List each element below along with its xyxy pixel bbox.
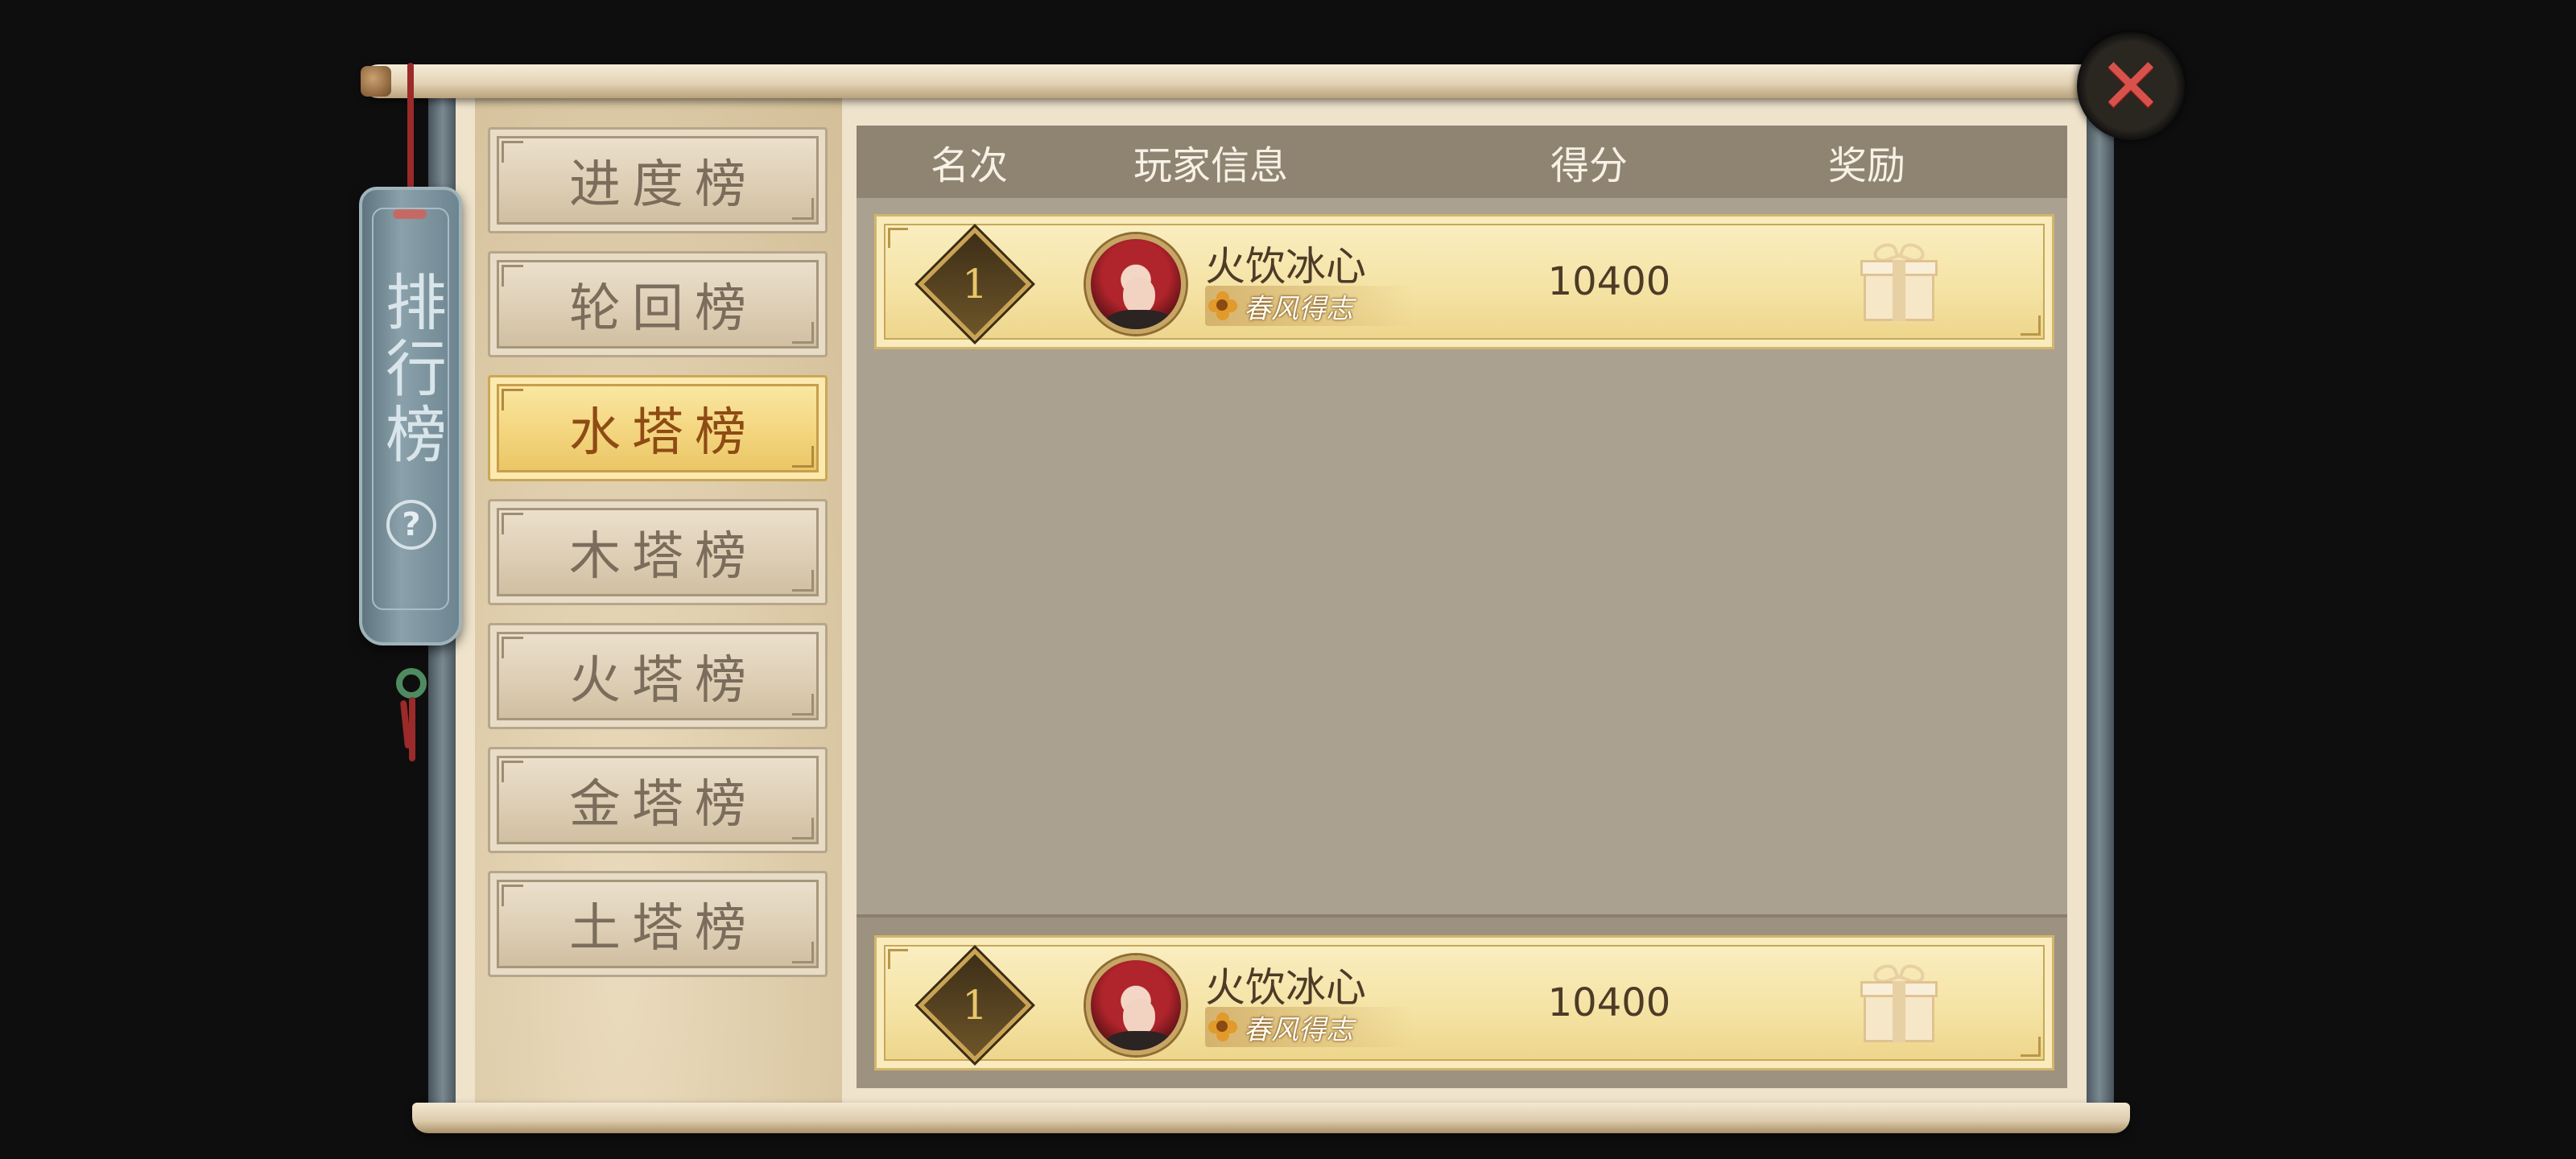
- column-header-reward: 奖励: [1827, 143, 1905, 188]
- column-header-score: 得分: [1550, 143, 1628, 188]
- scroll-bottom-rod: [412, 1103, 2130, 1133]
- avatar-body: [1105, 310, 1173, 329]
- tab-label: 金塔榜: [569, 775, 758, 835]
- tab-label: 进度榜: [569, 155, 758, 215]
- tab-fire-tower[interactable]: 火塔榜: [488, 623, 828, 729]
- gift-icon[interactable]: [1860, 961, 1938, 1042]
- tab-water-tower[interactable]: 水塔榜: [488, 375, 828, 481]
- player-name: 火饮冰心: [1205, 243, 1366, 290]
- player-title-tag: 春风得志: [1205, 1007, 1414, 1047]
- banner-cord: [407, 63, 414, 200]
- leaderboard-table: 名次 玩家信息 得分 奖励 1 火饮冰心 春风得志 10400 1 火饮冰心 春…: [857, 126, 2067, 1088]
- flower-icon: [1207, 1011, 1239, 1043]
- jade-ring-ornament: [396, 668, 427, 699]
- table-header: 名次 玩家信息 得分 奖励: [857, 126, 2067, 198]
- player-title-tag: 春风得志: [1205, 286, 1414, 326]
- player-name: 火饮冰心: [1205, 964, 1366, 1011]
- banner-clip: [393, 209, 427, 219]
- page-title: 排行榜: [375, 270, 447, 468]
- tab-reincarnation[interactable]: 轮回榜: [488, 251, 828, 357]
- gift-ribbon: [1893, 260, 1905, 321]
- column-header-rank: 名次: [930, 143, 1008, 188]
- player-title: 春风得志: [1244, 1013, 1353, 1046]
- avatar[interactable]: [1086, 955, 1186, 1055]
- ranking-list[interactable]: 1 火饮冰心 春风得志 10400: [857, 198, 2067, 995]
- tassel-ornament: [409, 697, 415, 761]
- tab-label: 轮回榜: [569, 279, 758, 339]
- tab-wood-tower[interactable]: 木塔榜: [488, 499, 828, 605]
- player-score: 10400: [1547, 259, 1671, 304]
- close-icon: ✕: [2098, 41, 2164, 131]
- my-rank-bar: 1 火饮冰心 春风得志 10400: [857, 914, 2067, 1088]
- rank-number: 1: [962, 261, 988, 307]
- leaderboard-tabs: 进度榜 轮回榜 水塔榜 木塔榜 火塔榜 金塔榜 土塔榜: [488, 127, 829, 995]
- gift-icon[interactable]: [1860, 240, 1938, 321]
- tab-earth-tower[interactable]: 土塔榜: [488, 871, 828, 977]
- tab-label: 火塔榜: [569, 651, 758, 711]
- title-banner: 排行榜 ?: [359, 187, 462, 645]
- tab-label: 木塔榜: [569, 527, 758, 587]
- close-button[interactable]: ✕: [2077, 32, 2185, 140]
- flower-icon: [1207, 290, 1239, 322]
- player-title: 春风得志: [1244, 292, 1353, 325]
- my-rank-row[interactable]: 1 火饮冰心 春风得志 10400: [874, 935, 2054, 1070]
- gift-ribbon: [1893, 981, 1905, 1042]
- scroll-right-edge: [2085, 95, 2114, 1106]
- tab-label: 水塔榜: [569, 403, 758, 463]
- scroll-rod-knob: [361, 66, 391, 97]
- tab-metal-tower[interactable]: 金塔榜: [488, 747, 828, 853]
- avatar[interactable]: [1086, 234, 1186, 334]
- tab-label: 土塔榜: [569, 899, 758, 959]
- table-row[interactable]: 1 火饮冰心 春风得志 10400: [874, 214, 2054, 349]
- rank-number: 1: [962, 982, 988, 1029]
- help-icon[interactable]: ?: [386, 500, 436, 550]
- scroll-top-rod: [362, 64, 2085, 98]
- avatar-body: [1105, 1031, 1173, 1050]
- column-header-player: 玩家信息: [1133, 143, 1288, 188]
- player-score: 10400: [1547, 980, 1671, 1025]
- tab-progress[interactable]: 进度榜: [488, 127, 828, 233]
